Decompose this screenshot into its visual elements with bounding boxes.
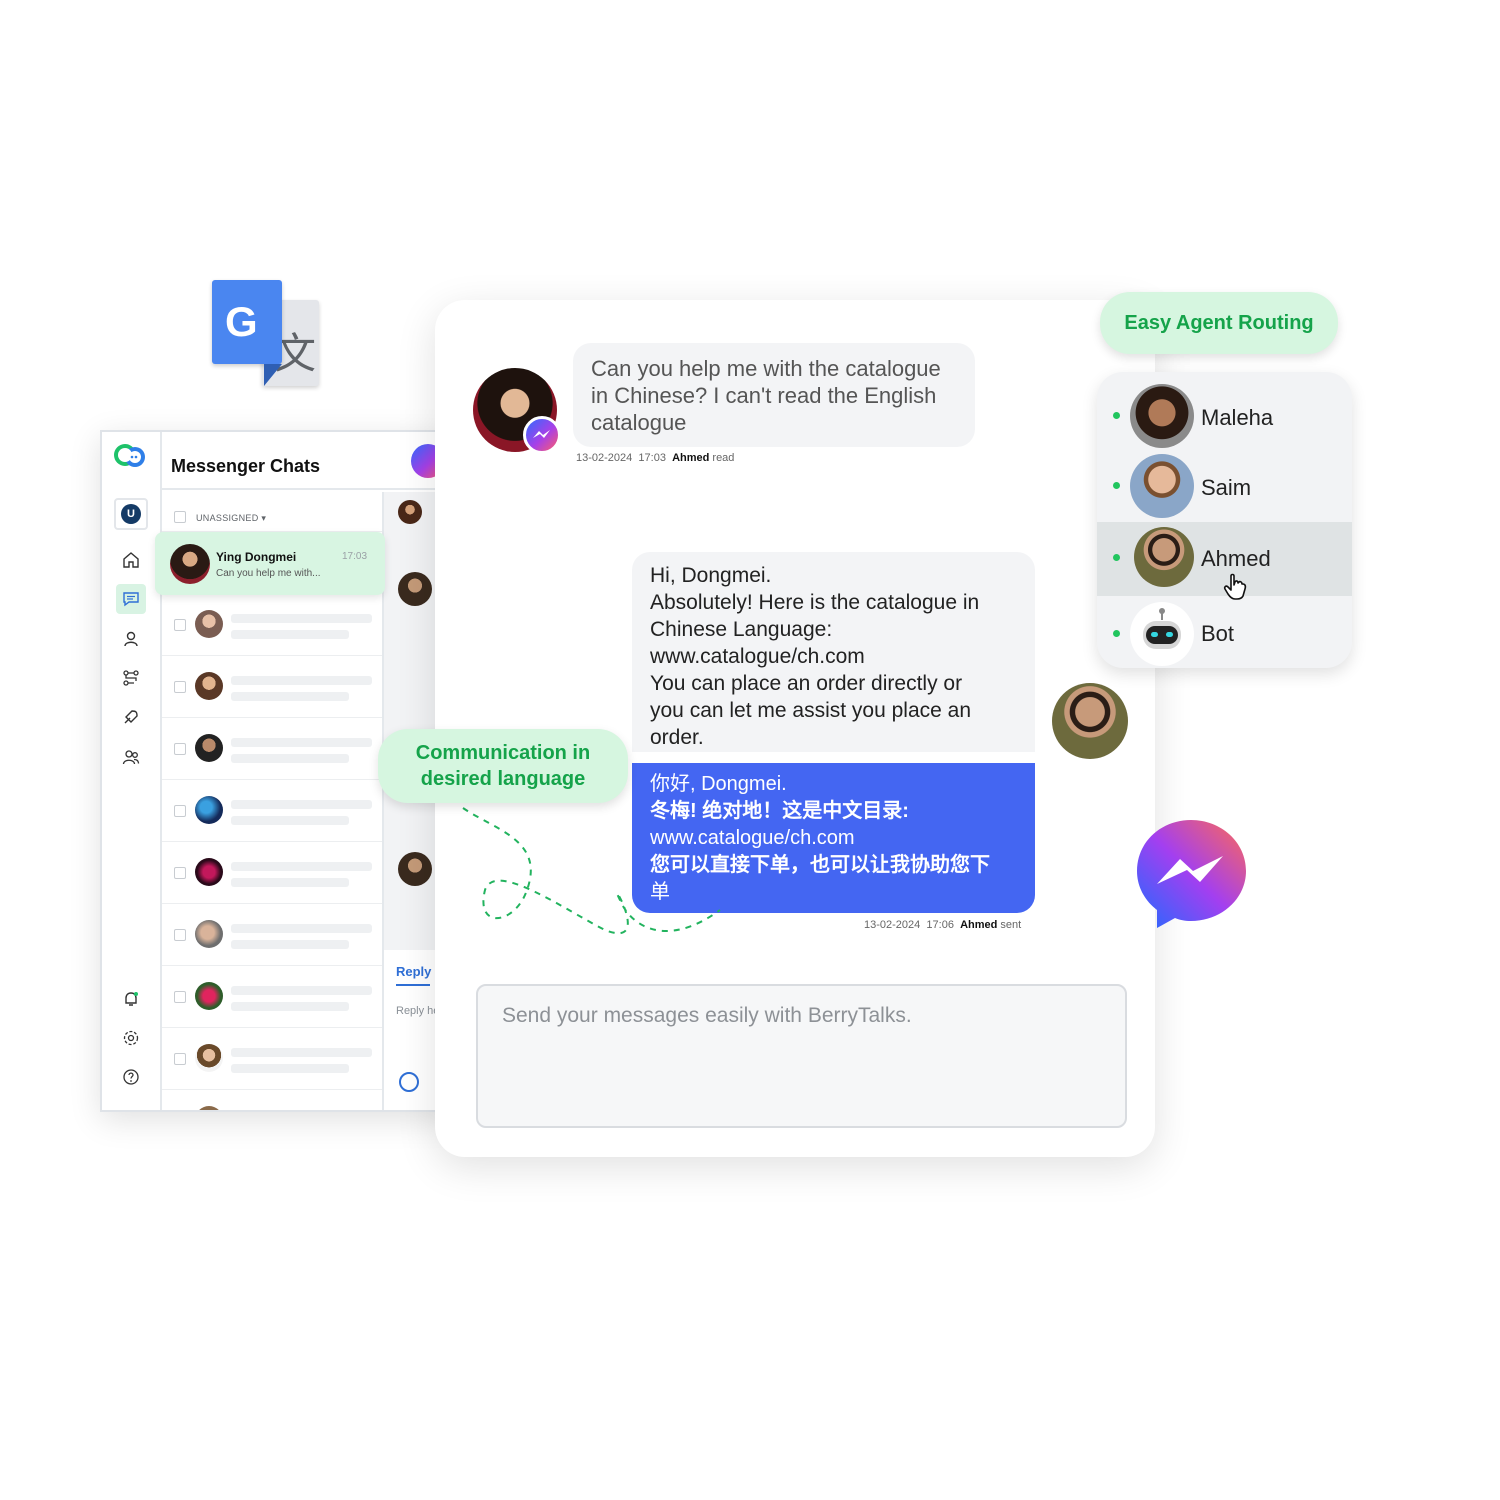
avatar: [398, 500, 422, 524]
message-line: www.catalogue/ch.com: [650, 645, 865, 668]
google-translate-fold: [264, 364, 282, 386]
agent-avatar: [1052, 683, 1128, 759]
agent-item-saim[interactable]: Saim: [1097, 442, 1352, 518]
message-preview: Can you help me with...: [216, 568, 321, 579]
tab-reply[interactable]: Reply: [396, 964, 431, 979]
page-title: Messenger Chats: [171, 456, 321, 476]
list-item[interactable]: [162, 1028, 382, 1090]
avatar: [1130, 384, 1194, 448]
row-checkbox[interactable]: [174, 929, 186, 941]
agent-routing-panel: Maleha Saim Ahmed Bot: [1097, 372, 1352, 668]
routing-icon[interactable]: [116, 663, 146, 693]
online-status-dot: [1113, 630, 1120, 637]
filter-row: UNASSIGNED ▾: [162, 492, 382, 532]
user-avatar-button[interactable]: U: [114, 498, 148, 530]
list-item[interactable]: [162, 780, 382, 842]
messenger-icon: [1137, 820, 1246, 928]
easy-agent-routing-callout: Easy Agent Routing: [1100, 292, 1338, 354]
avatar: [398, 852, 432, 886]
contact-icon[interactable]: [116, 624, 146, 654]
online-status-dot: [1113, 412, 1120, 419]
agent-item-maleha[interactable]: Maleha: [1097, 372, 1352, 448]
avatar: [398, 572, 432, 606]
google-translate-icon: G: [212, 280, 282, 364]
avatar: [195, 858, 223, 886]
row-checkbox[interactable]: [174, 619, 186, 631]
message-composer[interactable]: Send your messages easily with BerryTalk…: [476, 984, 1127, 1128]
outgoing-message-meta: 13-02-2024 17:06 Ahmed sent: [864, 919, 1022, 931]
contact-name: Ying Dongmei: [216, 550, 297, 564]
online-status-dot: [1113, 554, 1120, 561]
row-checkbox[interactable]: [174, 681, 186, 693]
message-line: Hi, Dongmei.: [650, 564, 772, 587]
list-item[interactable]: [162, 594, 382, 656]
agent-name: Bot: [1201, 621, 1235, 646]
message-line: 你好, Dongmei.: [650, 773, 787, 795]
avatar: [195, 672, 223, 700]
avatar: [1130, 454, 1194, 518]
chevron-down-icon: ▾: [261, 513, 267, 523]
avatar: [195, 1044, 223, 1072]
select-all-checkbox[interactable]: [174, 511, 186, 523]
communication-language-callout: Communication in desired language: [378, 729, 628, 803]
composer-placeholder: Send your messages easily with BerryTalk…: [502, 1004, 912, 1027]
rocket-icon[interactable]: [116, 702, 146, 732]
online-status-dot: [1113, 482, 1120, 489]
avatar: [195, 734, 223, 762]
team-icon[interactable]: [116, 742, 146, 772]
message-line: you can let me assist you place an: [650, 699, 972, 722]
list-item[interactable]: [162, 966, 382, 1028]
message-line: order.: [650, 726, 704, 749]
user-initial: U: [121, 504, 141, 524]
message-line: Chinese Language:: [650, 618, 833, 641]
selected-conversation[interactable]: Ying Dongmei Can you help me with... 17:…: [155, 532, 385, 595]
sidebar-rail: U: [102, 432, 162, 1110]
messenger-icon: [523, 416, 561, 454]
list-item[interactable]: [162, 842, 382, 904]
list-item[interactable]: [162, 718, 382, 780]
avatar: [195, 982, 223, 1010]
bot-icon: [1130, 602, 1194, 666]
help-icon[interactable]: [116, 1062, 146, 1092]
message-line: You can place an order directly or: [650, 672, 963, 695]
avatar: [195, 610, 223, 638]
callout-line: Communication in: [415, 742, 591, 764]
timestamp: 17:03: [342, 551, 368, 562]
agent-name: Saim: [1201, 475, 1252, 500]
agent-name: Maleha: [1201, 405, 1274, 430]
incoming-message-meta: 13-02-2024 17:03 Ahmed read: [576, 452, 735, 464]
list-item[interactable]: [162, 904, 382, 966]
row-checkbox[interactable]: [174, 867, 186, 879]
tab-underline: [396, 984, 430, 986]
agent-item-bot[interactable]: Bot: [1097, 596, 1352, 668]
callout-line: desired language: [420, 768, 586, 790]
agent-name: Ahmed: [1201, 546, 1271, 571]
row-checkbox[interactable]: [174, 1053, 186, 1065]
row-checkbox[interactable]: [174, 991, 186, 1003]
settings-icon[interactable]: [116, 1023, 146, 1053]
row-checkbox[interactable]: [174, 805, 186, 817]
avatar: [195, 1106, 223, 1110]
berrytalks-logo-icon: [114, 444, 145, 467]
row-checkbox[interactable]: [174, 743, 186, 755]
conversation-list: [162, 532, 382, 1110]
bell-icon[interactable]: [116, 984, 146, 1014]
dashed-connector: [462, 807, 721, 935]
home-icon[interactable]: [116, 545, 146, 575]
agent-item-ahmed[interactable]: Ahmed: [1097, 522, 1352, 600]
outgoing-message: Hi, Dongmei. Absolutely! Here is the cat…: [632, 552, 1035, 752]
message-line: Absolutely! Here is the catalogue in: [650, 591, 980, 614]
chat-icon[interactable]: [116, 584, 146, 614]
app-header: Messenger Chats: [162, 432, 458, 490]
emoji-icon[interactable]: [399, 1072, 419, 1092]
avatar: [1134, 527, 1194, 587]
incoming-message: Can you help me with the catalogue in Ch…: [573, 343, 975, 447]
list-item[interactable]: [162, 656, 382, 718]
avatar: [195, 920, 223, 948]
avatar: [195, 796, 223, 824]
filter-dropdown[interactable]: UNASSIGNED ▾: [196, 513, 266, 524]
list-item[interactable]: [162, 1090, 382, 1110]
avatar: [170, 544, 210, 584]
